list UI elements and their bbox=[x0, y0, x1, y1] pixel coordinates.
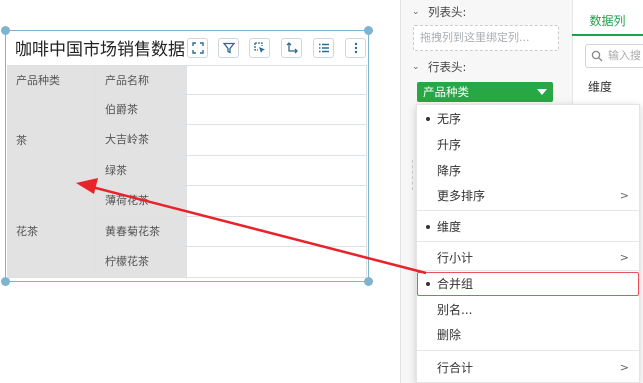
dimension-label: 维度 bbox=[588, 80, 613, 94]
row-item-cell[interactable]: 黄春菊花茶 bbox=[96, 217, 187, 247]
menu-divider bbox=[417, 210, 641, 211]
header-product-name[interactable]: 产品名称 bbox=[96, 65, 187, 95]
widget-title: 咖啡中国市场销售数据 bbox=[15, 40, 185, 60]
chevron-right-icon: > bbox=[619, 361, 629, 374]
menu-item-label: 合并组 bbox=[437, 277, 474, 291]
menu-item-label: 升序 bbox=[437, 138, 462, 152]
axis-icon[interactable] bbox=[281, 38, 302, 58]
value-cell bbox=[187, 125, 367, 156]
menu-item-delete[interactable]: 删除 bbox=[417, 323, 641, 347]
select-icon[interactable] bbox=[249, 38, 270, 58]
menu-item-label: 降序 bbox=[437, 164, 462, 178]
row-item-cell[interactable]: 绿茶 bbox=[96, 156, 187, 186]
menu-item-dimension[interactable]: 维度 bbox=[417, 215, 641, 239]
checked-dot-icon bbox=[426, 225, 430, 229]
menu-item-label: 删除 bbox=[437, 328, 462, 342]
row-item-cell[interactable]: 薄荷花茶 bbox=[96, 186, 187, 217]
row-item-cell[interactable]: 柠檬花茶 bbox=[96, 247, 187, 278]
menu-item-label: 维度 bbox=[437, 220, 462, 234]
menu-divider bbox=[417, 241, 641, 242]
list-icon[interactable] bbox=[313, 38, 334, 58]
menu-item-label: 更多排序 bbox=[437, 189, 486, 203]
checked-dot-icon bbox=[426, 117, 430, 121]
row-header-label: 行表头: bbox=[428, 60, 467, 74]
row-field-label: 产品种类 bbox=[423, 85, 469, 99]
menu-item-label: 别名... bbox=[437, 303, 473, 317]
value-cell bbox=[187, 156, 367, 186]
menu-item-label: 无序 bbox=[437, 112, 462, 126]
expand-icon[interactable] bbox=[187, 38, 208, 58]
menu-item-more-sort[interactable]: 更多排序 > bbox=[417, 184, 641, 208]
menu-divider bbox=[417, 270, 641, 271]
context-menu: 无序 升序 降序 更多排序 > 维度 行小计 > 合并组 别名... 删除 行合计 > bbox=[416, 104, 641, 383]
row-item-cell[interactable]: 大吉岭茶 bbox=[96, 125, 187, 156]
resize-handle-top-left[interactable] bbox=[1, 26, 10, 35]
menu-divider bbox=[417, 350, 641, 351]
value-cell bbox=[187, 217, 367, 247]
menu-item-label: 行小计 bbox=[437, 251, 474, 265]
row-field-pill[interactable]: 产品种类 bbox=[417, 82, 553, 102]
chevron-right-icon: > bbox=[619, 189, 629, 202]
column-header-label: 列表头: bbox=[428, 5, 467, 19]
menu-item-descending[interactable]: 降序 bbox=[417, 159, 641, 183]
menu-item-row-subtotal[interactable]: 行小计 > bbox=[417, 246, 641, 270]
value-cell bbox=[187, 95, 367, 125]
crosstable: 产品种类 产品名称 茶 伯爵茶 大吉岭茶 绿茶 花茶 薄荷花茶 黄春菊花茶 柠檬… bbox=[7, 65, 367, 280]
menu-item-merge-group[interactable]: 合并组 bbox=[417, 272, 641, 296]
more-icon[interactable] bbox=[345, 38, 366, 58]
chevron-right-icon: > bbox=[619, 251, 629, 264]
value-cell bbox=[187, 247, 367, 278]
chevron-down-icon[interactable]: ⌄ bbox=[412, 62, 420, 72]
column-drop-zone[interactable]: 拖拽列到这里绑定列... bbox=[413, 25, 559, 51]
chevron-down-icon[interactable]: ⌄ bbox=[412, 7, 420, 17]
filter-icon[interactable] bbox=[218, 38, 239, 58]
header-product-category[interactable]: 产品种类 bbox=[7, 65, 96, 95]
search-icon bbox=[591, 50, 603, 62]
resize-handle-top-right[interactable] bbox=[364, 26, 373, 35]
menu-item-ascending[interactable]: 升序 bbox=[417, 133, 641, 157]
menu-item-unsorted[interactable]: 无序 bbox=[417, 107, 641, 131]
row-item-cell[interactable]: 伯爵茶 bbox=[96, 95, 187, 125]
tab-data-columns[interactable]: 数据列 bbox=[572, 12, 643, 36]
dropdown-arrow-icon[interactable] bbox=[537, 89, 547, 95]
menu-item-label: 行合计 bbox=[437, 361, 474, 375]
value-cell bbox=[187, 186, 367, 217]
checked-dot-icon bbox=[426, 282, 430, 286]
header-empty bbox=[187, 65, 367, 95]
row-group-cell[interactable]: 花茶 bbox=[7, 186, 96, 278]
row-group-cell[interactable]: 茶 bbox=[7, 95, 96, 186]
menu-item-alias[interactable]: 别名... bbox=[417, 298, 641, 322]
menu-item-row-total[interactable]: 行合计 > bbox=[417, 356, 641, 380]
